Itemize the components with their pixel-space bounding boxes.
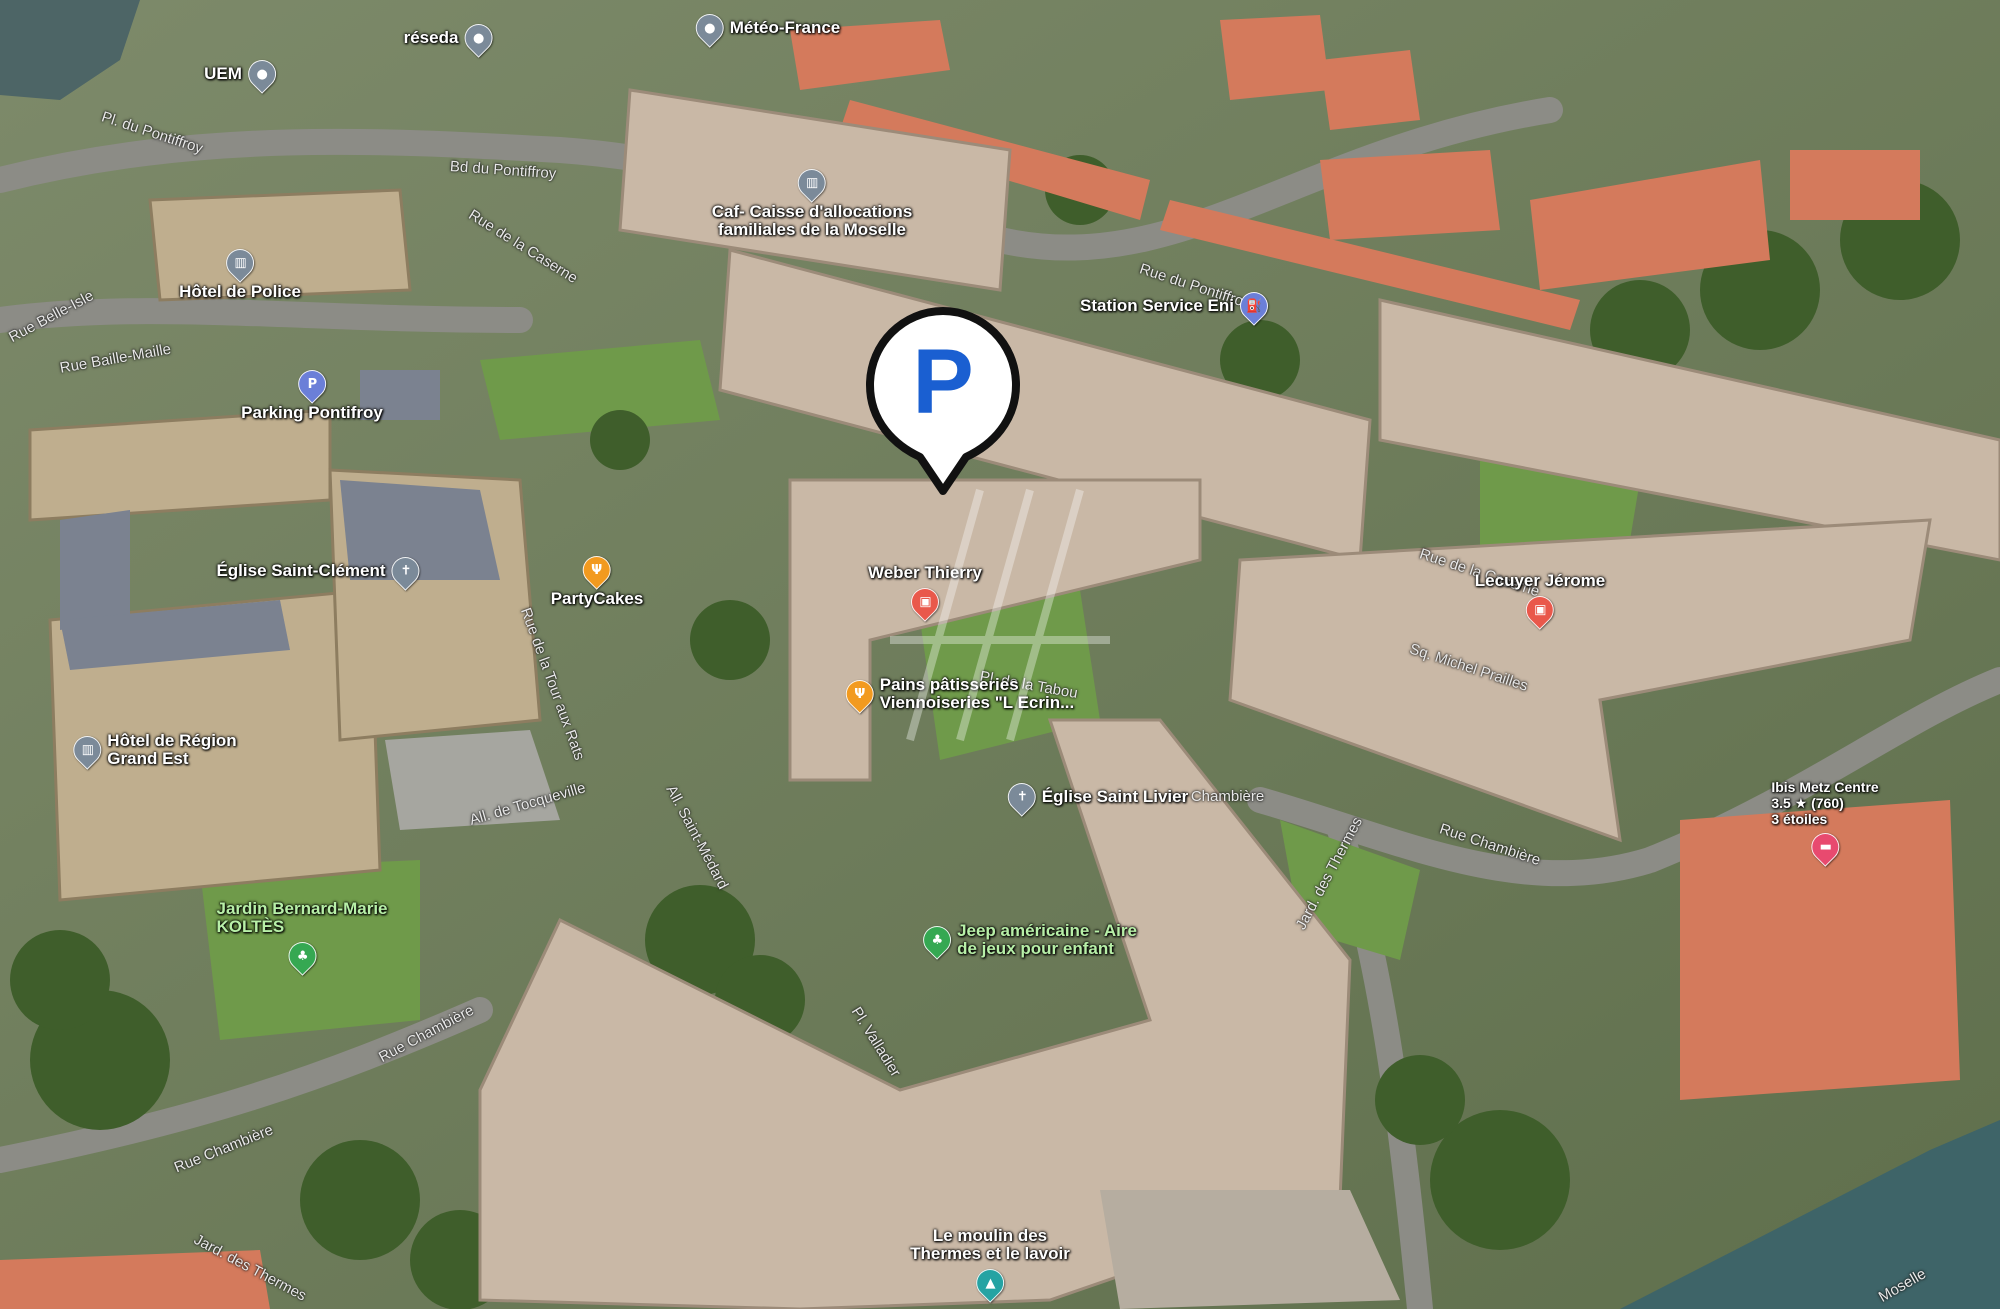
- church-icon: ✝: [1001, 777, 1042, 817]
- church-icon: ✝: [385, 551, 426, 591]
- building-icon: ▥: [67, 730, 108, 770]
- poi-jardin-koltes[interactable]: Jardin Bernard-Marie KOLTÈS ♣: [217, 900, 388, 976]
- watermark-logo-icon: [890, 488, 1110, 742]
- poi-parking-pontifroy[interactable]: P Parking Pontifroy: [241, 364, 383, 422]
- fuel-icon: ⛽: [1234, 286, 1274, 326]
- poi-eglise-saint-clement[interactable]: Église Saint-Clément ✝: [216, 551, 426, 591]
- parking-icon: P: [292, 364, 332, 404]
- pin-icon: ●: [458, 18, 499, 58]
- poi-reseda[interactable]: réseda ●: [404, 18, 499, 58]
- park-icon: ♣: [282, 936, 322, 976]
- pin-icon: ●: [242, 54, 282, 94]
- poi-hotel-police[interactable]: ▥ Hôtel de Police: [179, 243, 301, 301]
- map-canvas[interactable]: Pl. du Pontiffroy Bd du Pontiffroy Rue d…: [0, 0, 2000, 1309]
- landmark-icon: ▲: [970, 1263, 1010, 1303]
- poi-meteo-france[interactable]: ● Météo-France: [689, 8, 840, 48]
- parking-letter: P: [912, 331, 973, 433]
- poi-caf[interactable]: ▥ Caf- Caisse d'allocations familiales d…: [712, 163, 912, 239]
- poi-uem[interactable]: UEM ●: [204, 54, 282, 94]
- poi-moulin-thermes[interactable]: Le moulin des Thermes et le lavoir ▲: [910, 1227, 1070, 1303]
- poi-eglise-saint-livier[interactable]: ✝ Église Saint Livier: [1001, 777, 1188, 817]
- poi-lecuyer-jerome[interactable]: Lecuyer Jérome ▣: [1475, 572, 1605, 630]
- hotel-icon: ▬: [1805, 827, 1845, 867]
- park-icon: ♣: [917, 920, 957, 960]
- poi-partycakes[interactable]: Ψ PartyCakes: [551, 550, 643, 608]
- poi-jeep-americaine[interactable]: ♣ Jeep américaine - Aire de jeux pour en…: [917, 920, 1137, 960]
- parking-marker-icon[interactable]: P: [862, 305, 1024, 497]
- food-icon: Ψ: [577, 550, 617, 590]
- poi-hotel-region[interactable]: ▥ Hôtel de Région Grand Est: [67, 730, 237, 770]
- poi-ibis-metz[interactable]: Ibis Metz Centre 3.5 ★ (760) 3 étoiles ▬: [1771, 779, 1879, 867]
- poi-station-eni[interactable]: Station Service Eni ⛽: [1080, 286, 1274, 326]
- building-icon: ▥: [792, 163, 832, 203]
- building-icon: ▥: [220, 243, 260, 283]
- shop-icon: ▣: [1520, 590, 1560, 630]
- pin-icon: ●: [689, 8, 730, 48]
